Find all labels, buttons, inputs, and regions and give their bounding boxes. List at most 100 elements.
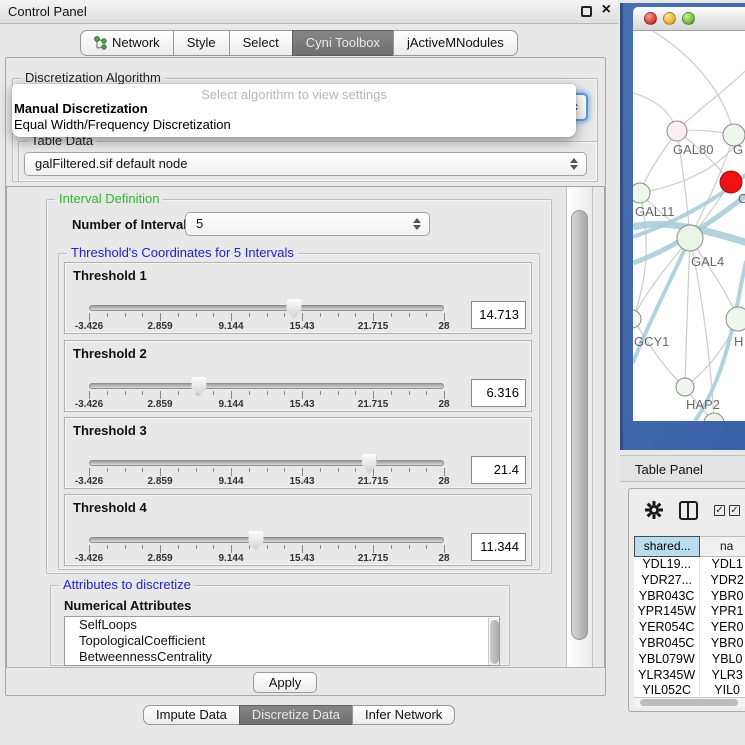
gear-icon[interactable] bbox=[645, 501, 663, 519]
cell-name[interactable]: YLR3 bbox=[700, 668, 745, 684]
network-canvas[interactable]: GAL80GCGAL11GAL4GCY1HHAP2 bbox=[633, 31, 745, 421]
slider-track[interactable] bbox=[89, 305, 444, 311]
network-node-gal4[interactable] bbox=[677, 225, 703, 251]
cell-name[interactable]: YBR0 bbox=[700, 636, 745, 652]
threshold-value-field[interactable]: 14.713 bbox=[471, 301, 526, 329]
menu-item-equal-width-frequency[interactable]: Equal Width/Frequency Discretization bbox=[12, 117, 576, 133]
menu-item-manual-discretization[interactable]: Manual Discretization bbox=[12, 101, 576, 117]
control-panel-title: Control Panel bbox=[8, 4, 87, 19]
attribute-list-item[interactable]: SelfLoops bbox=[65, 617, 499, 633]
slider-track[interactable] bbox=[89, 537, 444, 543]
tick-label: 9.144 bbox=[218, 399, 243, 410]
cell-shared-name[interactable]: YLR345W bbox=[634, 668, 700, 684]
scrollbar-thumb[interactable] bbox=[640, 699, 738, 706]
num-intervals-combobox[interactable]: 5 bbox=[185, 212, 430, 236]
cell-name[interactable]: YDR2 bbox=[700, 573, 745, 589]
thresholds-group-title: Threshold's Coordinates for 5 Intervals bbox=[67, 245, 298, 260]
table-row[interactable]: YER054CYER0 bbox=[634, 620, 745, 636]
table-row[interactable]: YBR043CYBR0 bbox=[634, 589, 745, 605]
network-node-hap2[interactable] bbox=[676, 378, 694, 396]
table-row[interactable]: YIL052CYIL0 bbox=[634, 683, 745, 698]
node-table[interactable]: shared... na YDL19...YDL1YDR27...YDR2YBR… bbox=[634, 536, 745, 698]
app-screen: Control Panel × NetworkStyleSelectCyni T… bbox=[0, 0, 745, 745]
threshold-1-panel: Threshold 1 -3.4262.8599.14415.4321.7152… bbox=[64, 262, 532, 334]
network-node-c[interactable] bbox=[720, 171, 742, 193]
tab-cyni-toolbox[interactable]: Cyni Toolbox bbox=[292, 30, 394, 56]
tick-label: 2.859 bbox=[147, 321, 172, 332]
column-header-shared-name[interactable]: shared... bbox=[634, 536, 700, 557]
network-view-window[interactable]: GAL80GCGAL11GAL4GCY1HHAP2 bbox=[620, 3, 745, 450]
algorithm-dropdown-popup: Select algorithm to view settings Manual… bbox=[12, 84, 576, 137]
attribute-list-item[interactable]: TopologicalCoefficient bbox=[65, 633, 499, 649]
cell-shared-name[interactable]: YDL19... bbox=[634, 557, 700, 573]
threshold-value-field[interactable]: 11.344 bbox=[471, 533, 526, 561]
close-icon[interactable]: × bbox=[602, 1, 611, 19]
float-window-icon[interactable] bbox=[581, 6, 592, 17]
tab-style[interactable]: Style bbox=[173, 30, 230, 56]
table-data-combobox[interactable]: galFiltered.sif default node bbox=[24, 152, 587, 176]
scrollbar-thumb[interactable] bbox=[571, 210, 588, 640]
table-row[interactable]: YLR345WYLR3 bbox=[634, 668, 745, 684]
tab-jactivemnodules[interactable]: jActiveMNodules bbox=[393, 30, 518, 56]
cell-shared-name[interactable]: YBR045C bbox=[634, 636, 700, 652]
slider-track[interactable] bbox=[89, 383, 444, 389]
numerical-attributes-list[interactable]: SelfLoopsTopologicalCoefficientBetweenne… bbox=[64, 616, 500, 666]
tick-label: -3.426 bbox=[75, 476, 103, 487]
tab-discretize-data[interactable]: Discretize Data bbox=[239, 705, 353, 725]
cell-name[interactable]: YBL0 bbox=[700, 652, 745, 668]
tab-select[interactable]: Select bbox=[229, 30, 293, 56]
column-layout-icon[interactable] bbox=[679, 501, 698, 520]
table-row[interactable]: YPR145WYPR1 bbox=[634, 604, 745, 620]
checkbox-icon[interactable]: ✓ bbox=[729, 505, 740, 516]
checkbox-icon[interactable]: ✓ bbox=[714, 505, 725, 516]
network-node-gal80[interactable] bbox=[667, 121, 687, 141]
cell-name[interactable]: YIL0 bbox=[700, 683, 745, 698]
table-row[interactable]: YDL19...YDL1 bbox=[634, 557, 745, 573]
minimize-traffic-light-icon[interactable] bbox=[663, 12, 676, 25]
network-node-gal11[interactable] bbox=[633, 183, 650, 203]
tab-network[interactable]: Network bbox=[80, 30, 174, 56]
tick-label: 21.715 bbox=[358, 321, 389, 332]
interval-definition-title: Interval Definition bbox=[55, 191, 163, 206]
cell-shared-name[interactable]: YDR27... bbox=[634, 573, 700, 589]
threshold-value-field[interactable]: 21.4 bbox=[471, 456, 526, 484]
cell-name[interactable]: YPR1 bbox=[700, 604, 745, 620]
tab-infer-network[interactable]: Infer Network bbox=[352, 705, 455, 725]
list-scrollbar[interactable] bbox=[488, 618, 500, 666]
cell-shared-name[interactable]: YPR145W bbox=[634, 604, 700, 620]
tick-label: 28 bbox=[438, 553, 449, 564]
network-icon bbox=[94, 36, 107, 51]
slider-ticks bbox=[89, 391, 444, 399]
cell-shared-name[interactable]: YER054C bbox=[634, 620, 700, 636]
cell-shared-name[interactable]: YBR043C bbox=[634, 589, 700, 605]
apply-button[interactable]: Apply bbox=[253, 672, 317, 693]
close-traffic-light-icon[interactable] bbox=[644, 12, 657, 25]
table-panel-title: Table Panel bbox=[635, 462, 703, 477]
tab-impute-data[interactable]: Impute Data bbox=[143, 705, 240, 725]
cell-name[interactable]: YDL1 bbox=[700, 557, 745, 573]
table-row[interactable]: YDR27...YDR2 bbox=[634, 573, 745, 589]
list-scrollbar-thumb[interactable] bbox=[490, 620, 499, 664]
threshold-label: Threshold 3 bbox=[73, 423, 147, 438]
vertical-scrollbar[interactable] bbox=[566, 187, 593, 667]
attribute-list-item[interactable]: BetweennessCentrality bbox=[65, 649, 499, 665]
threshold-value-field[interactable]: 6.316 bbox=[471, 379, 526, 407]
network-node-h[interactable] bbox=[726, 307, 745, 331]
tick-label: 9.144 bbox=[218, 476, 243, 487]
cell-name[interactable]: YBR0 bbox=[700, 589, 745, 605]
slider-tick-labels: -3.4262.8599.14415.4321.71528 bbox=[89, 399, 444, 411]
slider-ticks bbox=[89, 468, 444, 476]
cell-shared-name[interactable]: YBL079W bbox=[634, 652, 700, 668]
network-node-gcy1[interactable] bbox=[633, 310, 641, 328]
tick-label: 15.43 bbox=[289, 476, 314, 487]
tick-label: 21.715 bbox=[358, 399, 389, 410]
zoom-traffic-light-icon[interactable] bbox=[682, 12, 695, 25]
table-horizontal-scrollbar[interactable] bbox=[634, 697, 745, 707]
cell-name[interactable]: YER0 bbox=[700, 620, 745, 636]
table-row[interactable]: YBL079WYBL0 bbox=[634, 652, 745, 668]
cell-shared-name[interactable]: YIL052C bbox=[634, 683, 700, 698]
column-header-name[interactable]: na bbox=[700, 536, 745, 557]
table-row[interactable]: YBR045CYBR0 bbox=[634, 636, 745, 652]
slider-track[interactable] bbox=[89, 460, 444, 466]
tick-label: 28 bbox=[438, 321, 449, 332]
